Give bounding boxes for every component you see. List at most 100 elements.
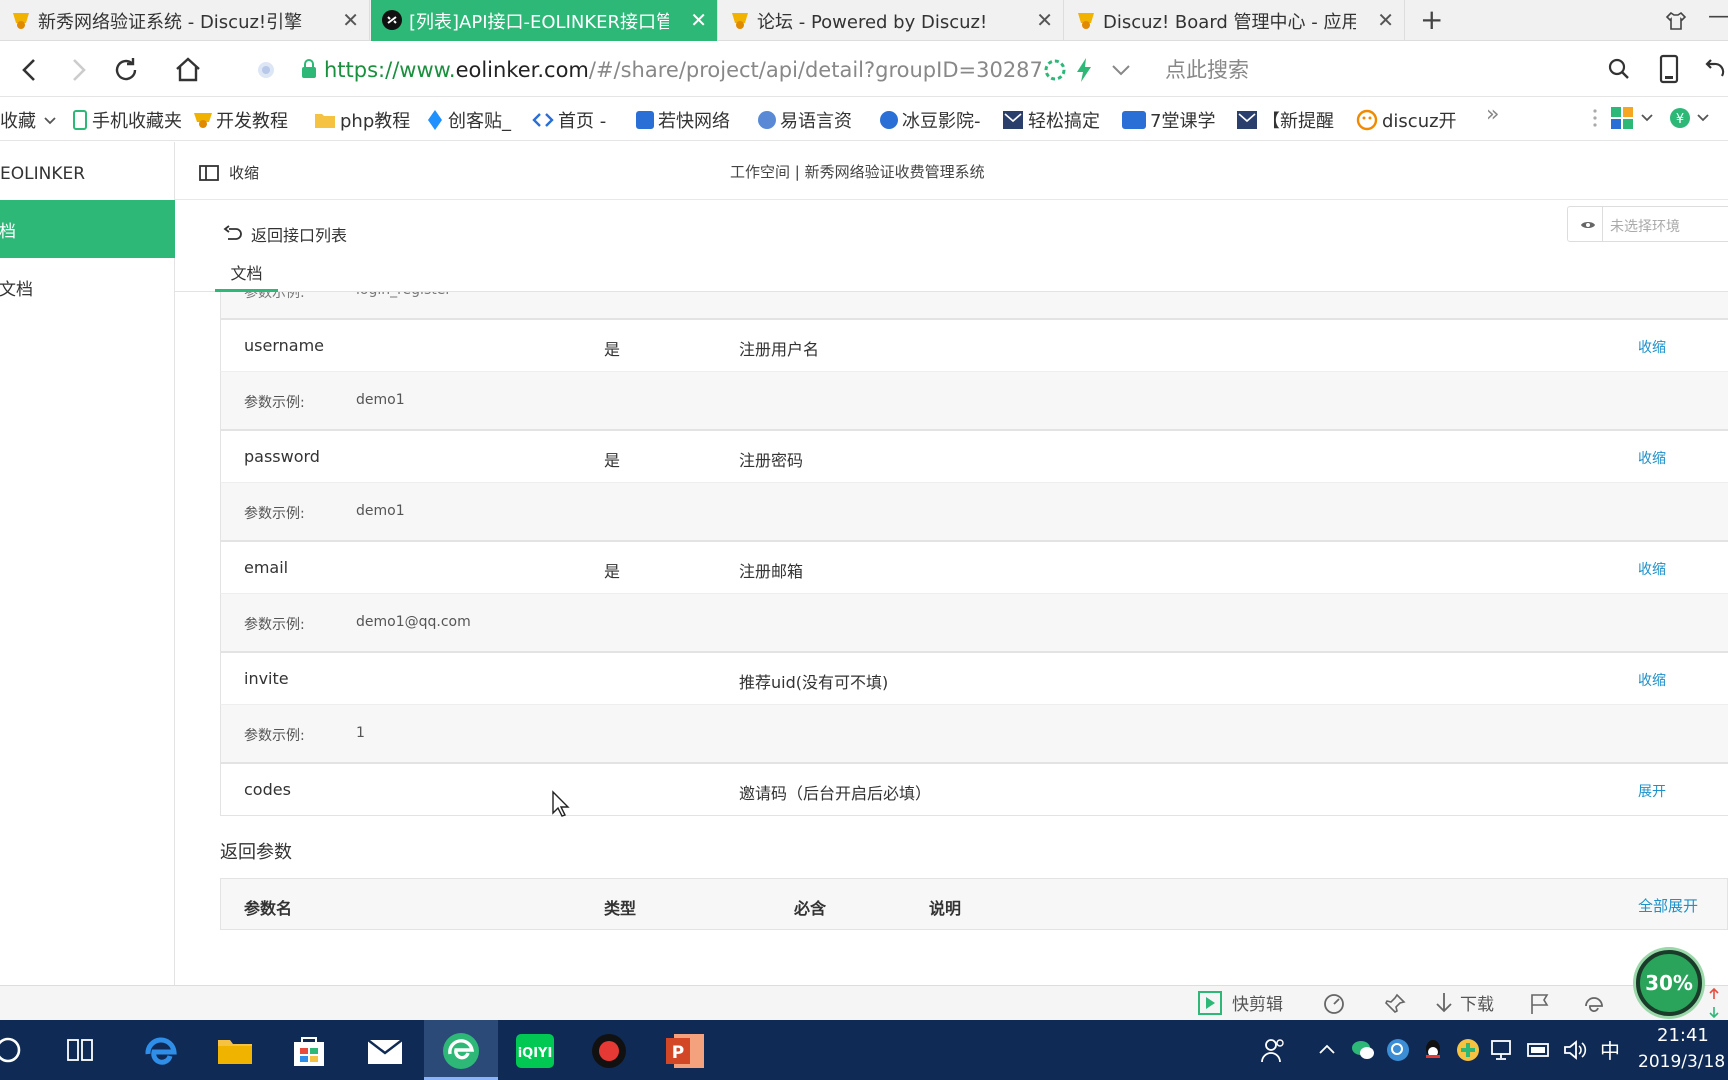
chevron-down-icon[interactable] (1110, 62, 1132, 78)
bookmark-item[interactable]: 轻松搞定 (1002, 107, 1100, 133)
collapse-link[interactable]: 收缩 (1638, 559, 1666, 579)
chevron-down-icon (44, 117, 56, 125)
minimize-icon[interactable]: — (1708, 4, 1728, 29)
people-icon[interactable] (1260, 1036, 1286, 1064)
task-view-icon[interactable] (66, 1036, 96, 1064)
forward-arrow-icon[interactable] (62, 54, 94, 86)
pin-icon[interactable] (1383, 992, 1407, 1016)
chevron-up-icon[interactable] (1318, 1042, 1336, 1056)
undo-icon[interactable] (1702, 56, 1728, 82)
code-icon (532, 113, 554, 127)
taskbar-active-app[interactable] (424, 1020, 498, 1080)
wechat-icon[interactable] (1350, 1037, 1376, 1063)
ime-indicator[interactable]: 中 (1600, 1035, 1620, 1064)
search-icon[interactable] (1606, 56, 1632, 82)
tab-eolinker[interactable]: [列表]API接口-EOLINKER接口管理 ✕ (371, 0, 718, 41)
bookmark-item[interactable]: php教程 (314, 107, 410, 133)
store-icon[interactable] (286, 1028, 332, 1074)
bookmarks-more-button[interactable]: » (1486, 102, 1499, 127)
search-input[interactable]: 点此搜索 (1165, 54, 1249, 84)
bookmark-favorites[interactable]: 收藏 (0, 107, 58, 133)
download-label: 下载 (1460, 995, 1494, 1015)
network-speed-badge[interactable]: 30% (1636, 950, 1702, 1016)
url-bar[interactable]: https://www.eolinker.com/#/share/project… (228, 50, 1158, 90)
360-guard-icon[interactable] (1455, 1037, 1481, 1063)
clock-date[interactable]: 2019/3/18 (1638, 1052, 1725, 1072)
flag-icon[interactable] (1528, 992, 1552, 1016)
iqiyi-icon[interactable]: iQIYI (512, 1028, 558, 1074)
volume-icon[interactable] (1562, 1038, 1588, 1062)
speed-icon[interactable] (1322, 992, 1346, 1016)
bookmark-item[interactable]: 手机收藏夹 (72, 107, 182, 133)
tab-close-icon[interactable]: ✕ (1377, 9, 1394, 31)
bookmark-item[interactable]: 若快网络 (636, 107, 730, 133)
tab-xinxiu[interactable]: 新秀网络验证系统 - Discuz!引擎 ✕ (0, 0, 370, 41)
video-edit-icon (1198, 990, 1222, 1015)
param-example-row: 参数示例: login_register (220, 292, 1728, 320)
screen-recorder-icon[interactable] (586, 1028, 632, 1074)
collapse-link[interactable]: 收缩 (1638, 670, 1666, 690)
mail-app-icon[interactable] (362, 1028, 408, 1074)
workspace-title: 工作空间 | 新秀网络验证收费管理系统 (730, 163, 985, 181)
browser-status-bar: 快剪辑 下载 (0, 985, 1728, 1020)
tab-close-icon[interactable]: ✕ (690, 9, 707, 31)
param-name: email (244, 558, 289, 577)
tab-close-icon[interactable]: ✕ (1036, 9, 1053, 31)
lightning-icon[interactable] (1073, 56, 1095, 84)
url-text[interactable]: https://www.eolinker.com/#/share/project… (324, 58, 1044, 82)
expand-link[interactable]: 展开 (1638, 781, 1666, 801)
cortana-icon[interactable] (0, 1034, 24, 1066)
param-description: 推荐uid(没有可不填) (739, 673, 889, 692)
param-row-invite: invite 推荐uid(没有可不填) 收缩 (220, 653, 1728, 705)
mobile-icon[interactable] (1658, 54, 1680, 84)
collapse-sidebar-button[interactable]: 收缩 (199, 162, 259, 183)
collapse-link[interactable]: 收缩 (1638, 337, 1666, 357)
bookmark-item[interactable]: 7堂课学 (1122, 107, 1215, 133)
site-info-icon[interactable] (256, 60, 276, 80)
download-arrow-icon (1436, 992, 1452, 1012)
bookmark-item[interactable]: 首页 - (532, 107, 606, 133)
back-arrow-icon[interactable] (14, 54, 46, 86)
clock-time[interactable]: 21:41 (1657, 1025, 1709, 1046)
ruokuai-icon (636, 111, 654, 129)
file-explorer-icon[interactable] (212, 1028, 258, 1074)
network-icon[interactable] (1490, 1038, 1516, 1062)
powerpoint-icon[interactable]: P (662, 1028, 708, 1074)
bookmark-label: 首页 - (558, 111, 607, 132)
quick-edit-button[interactable]: 快剪辑 (1198, 990, 1283, 1015)
tab-doc[interactable]: 文档 (215, 260, 278, 292)
ie-mode-icon[interactable] (1582, 992, 1606, 1016)
download-button[interactable]: 下载 (1434, 990, 1494, 1015)
expand-all-link[interactable]: 全部展开 (1638, 895, 1698, 916)
bookmark-item[interactable]: discuz开 (1356, 107, 1457, 133)
bookmark-item[interactable]: 开发教程 (192, 107, 288, 133)
example-value: demo1 (356, 503, 405, 519)
tab-close-icon[interactable]: ✕ (342, 9, 359, 31)
battery-icon[interactable] (1526, 1040, 1552, 1060)
back-to-list-button[interactable]: 返回接口列表 (223, 222, 347, 246)
drag-handle-icon[interactable] (1592, 107, 1598, 129)
phone-icon (73, 110, 87, 130)
bookmark-item[interactable]: 创客贴_ (426, 107, 511, 133)
tab-forum[interactable]: 论坛 - Powered by Discuz! ✕ (719, 0, 1064, 41)
param-required: 是 (604, 562, 621, 581)
qq-icon[interactable] (1420, 1037, 1446, 1063)
environment-select[interactable]: 未选择环境 (1567, 206, 1728, 242)
bookmark-item[interactable]: 冰豆影院- (880, 107, 981, 133)
sidebar-item-code-doc[interactable]: 码文档 (0, 258, 175, 316)
shirt-icon[interactable] (1665, 10, 1687, 32)
money-shield-icon[interactable]: ¥ (1668, 106, 1712, 132)
360-browser-icon (443, 1033, 479, 1069)
search-app-icon[interactable] (1385, 1037, 1411, 1063)
new-tab-button[interactable]: + (1420, 5, 1443, 35)
home-icon[interactable] (172, 54, 204, 86)
reload-icon[interactable] (110, 54, 142, 86)
tab-title: [列表]API接口-EOLINKER接口管理 (409, 11, 669, 33)
collapse-link[interactable]: 收缩 (1638, 448, 1666, 468)
bookmark-item[interactable]: 【新提醒 (1236, 107, 1334, 133)
apps-grid-icon[interactable] (1610, 106, 1654, 132)
tab-discuz-admin[interactable]: Discuz! Board 管理中心 - 应用 ✕ (1065, 0, 1405, 41)
edge-browser-icon[interactable] (138, 1028, 184, 1074)
sidebar-item-doc[interactable]: 文档 (0, 200, 175, 258)
bookmark-item[interactable]: 易语言资 (758, 107, 852, 133)
